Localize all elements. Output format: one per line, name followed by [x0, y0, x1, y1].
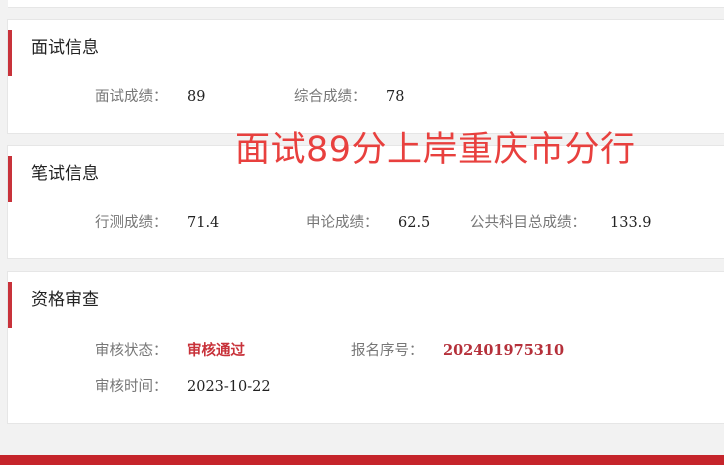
public-subjects-total-label: 公共科目总成绩： — [470, 215, 586, 231]
overall-score-value: 78 — [386, 89, 405, 105]
essay-score-value: 62.5 — [398, 215, 431, 231]
aptitude-test-score-value: 71.4 — [187, 215, 220, 231]
public-subjects-total-value: 133.9 — [610, 215, 652, 231]
written-exam-info-title: 笔试信息 — [31, 164, 99, 184]
card-accent-bar — [8, 30, 12, 76]
review-time-label: 审核时间： — [95, 379, 168, 395]
interview-info-title: 面试信息 — [31, 38, 99, 58]
qualification-review-title: 资格审查 — [31, 290, 99, 310]
interview-score-label: 面试成绩： — [95, 89, 168, 105]
overall-score-label: 综合成绩： — [294, 89, 367, 105]
registration-number-value: 202401975310 — [443, 342, 565, 359]
overlay-caption: 面试89分上岸重庆市分行 — [235, 130, 636, 170]
essay-score-label: 申论成绩： — [306, 215, 379, 231]
review-time-value: 2023-10-22 — [187, 379, 271, 395]
aptitude-test-score-label: 行测成绩： — [95, 215, 168, 231]
registration-number-label: 报名序号： — [351, 343, 424, 359]
card-accent-bar — [8, 156, 12, 202]
interview-score-value: 89 — [187, 89, 206, 105]
bottom-red-bar — [0, 455, 724, 465]
card-accent-bar — [8, 282, 12, 328]
qualification-review-card: 资格审查 审核状态： 审核通过 报名序号： 202401975310 审核时间：… — [7, 271, 724, 424]
review-status-label: 审核状态： — [95, 343, 168, 359]
interview-info-card: 面试信息 面试成绩： 89 综合成绩： 78 — [7, 19, 724, 134]
review-status-value: 审核通过 — [187, 343, 245, 359]
previous-card-edge — [8, 0, 724, 8]
